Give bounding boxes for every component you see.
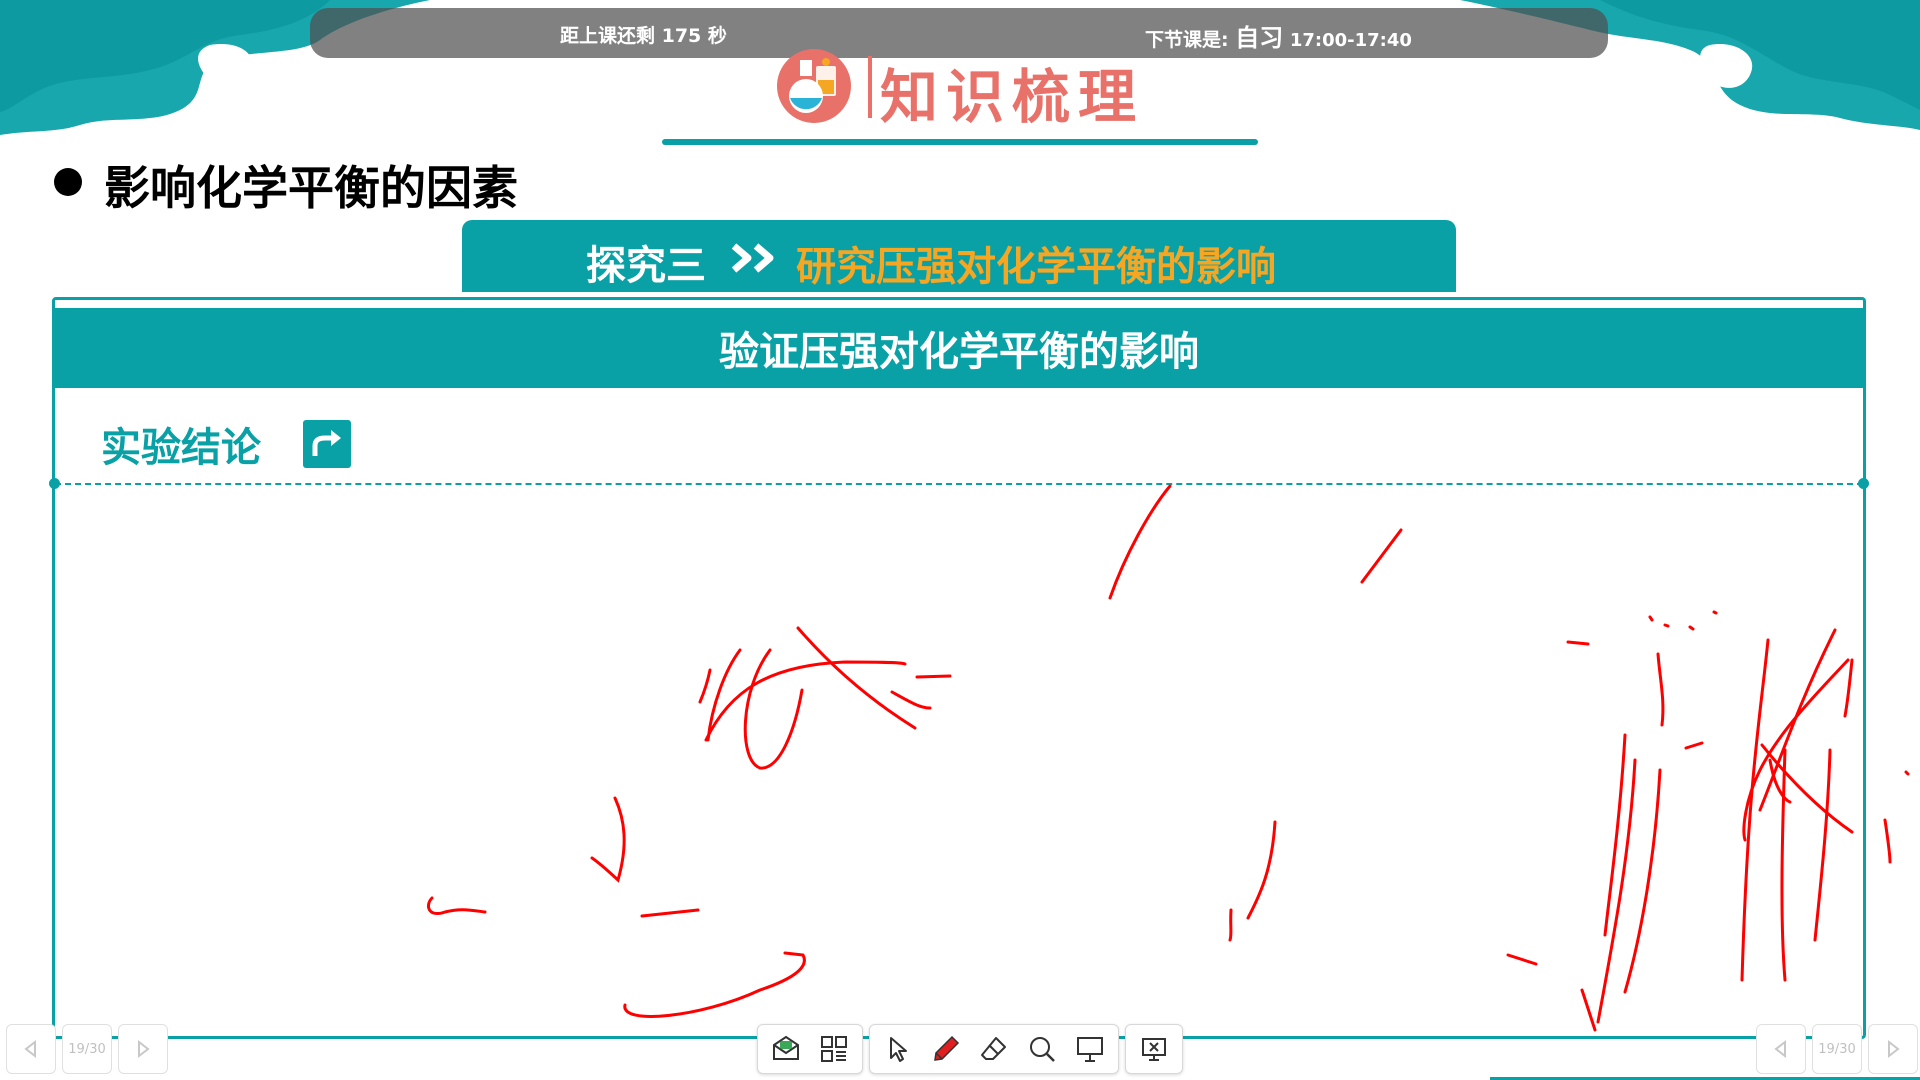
next-page-button[interactable] xyxy=(118,1024,168,1074)
triangle-right-icon xyxy=(138,1039,150,1059)
title-underline xyxy=(662,139,1258,145)
prev-page-button-right[interactable] xyxy=(1756,1024,1806,1074)
inquiry-topic: 研究压强对化学平衡的影响 xyxy=(796,244,1276,290)
page-indicator-left[interactable]: 19/30 xyxy=(62,1024,112,1074)
separator-dot-left xyxy=(49,478,60,489)
separator-dot-right xyxy=(1858,478,1869,489)
magnifier-button[interactable] xyxy=(1018,1025,1066,1073)
eraser-icon xyxy=(981,1037,1006,1060)
bullet-heading: 影响化学平衡的因素 xyxy=(104,161,518,215)
class-countdown: 距上课还剩 175 秒 xyxy=(560,25,727,47)
flask-icon xyxy=(777,49,851,123)
card-title: 验证压强对化学平衡的影响 xyxy=(719,329,1199,375)
qr-code-icon xyxy=(821,1036,847,1062)
triangle-right-icon xyxy=(1888,1039,1900,1059)
triangle-left-icon xyxy=(24,1039,36,1059)
next-page-button-right[interactable] xyxy=(1868,1024,1918,1074)
share-arrow-icon xyxy=(312,430,341,456)
title-divider xyxy=(868,56,872,118)
card-header: 验证压强对化学平衡的影响 xyxy=(55,308,1863,388)
screen-icon xyxy=(1077,1037,1103,1062)
ink-stroke xyxy=(1883,818,1892,864)
section-title: 知识梳理 xyxy=(880,63,1145,131)
dashed-separator xyxy=(55,483,1863,485)
close-screen-button[interactable] xyxy=(1130,1025,1178,1073)
inquiry-label: 探究三 xyxy=(586,243,706,289)
envelope-button[interactable] xyxy=(762,1025,810,1073)
double-chevron-icon xyxy=(731,243,774,273)
toolbar-group-share xyxy=(757,1024,863,1074)
bullet-dot xyxy=(54,168,82,196)
next-class-label: 下节课是: xyxy=(1145,29,1229,51)
close-screen-icon xyxy=(1142,1038,1166,1061)
page-indicator-right[interactable]: 19/30 xyxy=(1812,1024,1862,1074)
pen-button[interactable] xyxy=(922,1025,970,1073)
next-class-subject: 自习 xyxy=(1235,24,1284,52)
cursor-icon xyxy=(890,1037,907,1062)
triangle-left-icon xyxy=(1774,1039,1786,1059)
experiment-card: 验证压强对化学平衡的影响 实验结论 xyxy=(49,297,1869,1039)
ink-stroke xyxy=(1904,770,1910,776)
prev-page-button[interactable] xyxy=(6,1024,56,1074)
share-arrow-button[interactable] xyxy=(303,420,351,468)
eraser-button[interactable] xyxy=(970,1025,1018,1073)
conclusion-label: 实验结论 xyxy=(101,425,261,471)
inquiry-tab: 探究三 研究压强对化学平衡的影响 xyxy=(462,220,1456,292)
page-navigator-left: 19/30 xyxy=(6,1024,168,1074)
qr-code-button[interactable] xyxy=(810,1025,858,1073)
slide-stage: 距上课还剩 175 秒 下节课是: 自习 17:00-17:40 知识梳理 影响… xyxy=(0,0,1920,1080)
envelope-icon xyxy=(773,1035,799,1060)
next-class-time: 17:00-17:40 xyxy=(1289,30,1412,51)
page-navigator-right: 19/30 xyxy=(1756,1024,1918,1074)
annotation-toolbar xyxy=(757,1024,1183,1074)
next-class-info: 下节课是: 自习 17:00-17:40 xyxy=(1145,18,1412,53)
cursor-button[interactable] xyxy=(874,1025,922,1073)
magnifier-icon xyxy=(1030,1037,1055,1062)
pen-icon xyxy=(934,1035,960,1061)
toolbar-group-exit xyxy=(1125,1024,1183,1074)
screen-button[interactable] xyxy=(1066,1025,1114,1073)
toolbar-group-tools xyxy=(869,1024,1119,1074)
